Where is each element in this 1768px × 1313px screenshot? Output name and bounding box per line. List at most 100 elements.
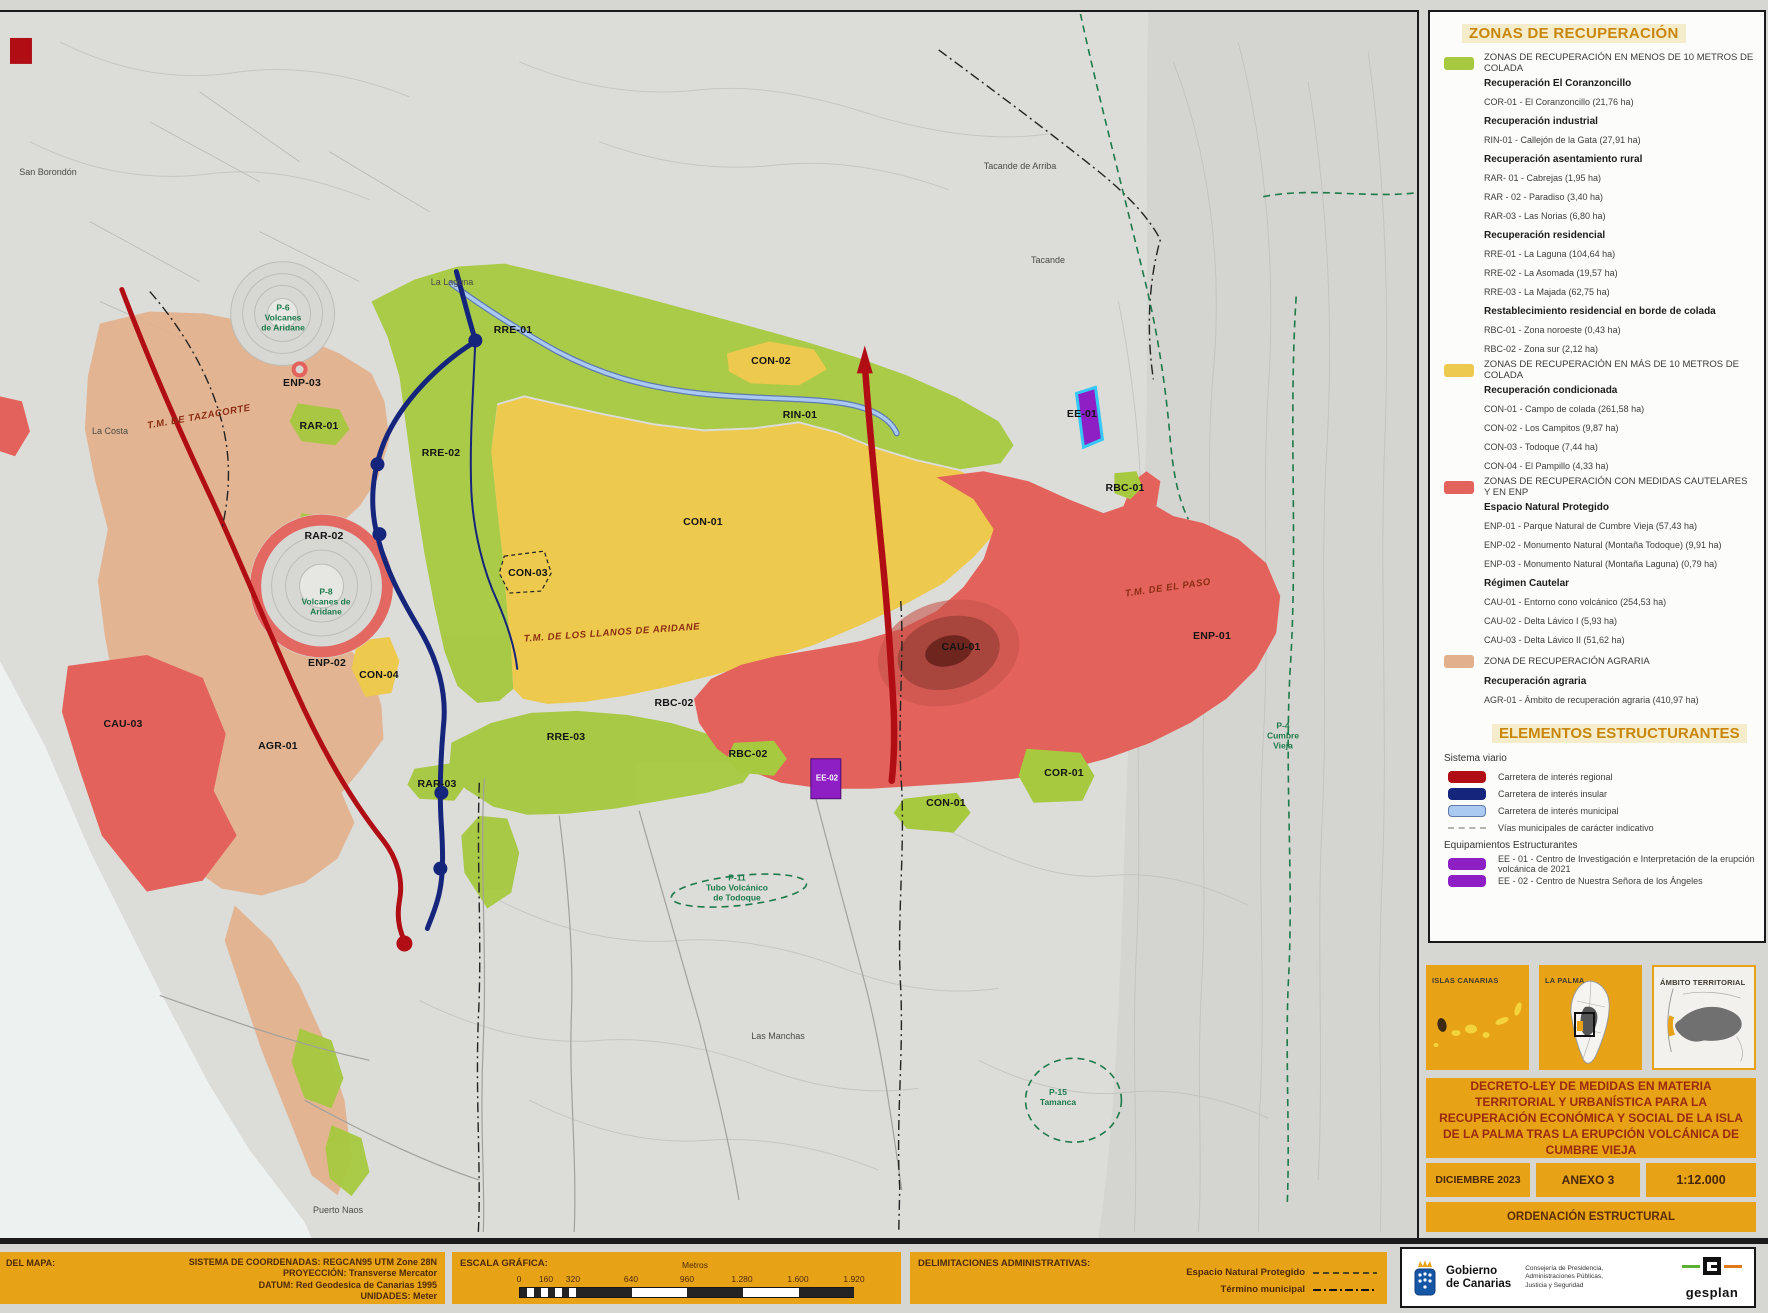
legend-row-label: Carretera de interés municipal	[1498, 806, 1619, 816]
footer-delimitations: DELIMITACIONES ADMINISTRATIVAS: Espacio …	[910, 1252, 1387, 1304]
sheet-annex: ANEXO 3	[1536, 1163, 1640, 1197]
legend-item: RBC-01 - Zona noroeste (0,43 ha)	[1444, 321, 1756, 340]
footer-logos: Gobierno de Canarias Consejería de Presi…	[1400, 1247, 1756, 1308]
legend-item: RAR- 01 - Cabrejas (1,95 ha)	[1444, 169, 1756, 188]
scale-tick: 0	[517, 1274, 522, 1284]
legend-row: Carretera de interés municipal	[1444, 802, 1756, 819]
legend-row-label: EE - 02 - Centro de Nuestra Señora de lo…	[1498, 876, 1703, 886]
map-info-label: DEL MAPA:	[6, 1258, 55, 1268]
equip-list: EE - 01 - Centro de Investigación e Inte…	[1444, 855, 1756, 889]
legend-group-title: Recuperación agraria	[1444, 672, 1756, 691]
legend-row-label: Vías municipales de carácter indicativo	[1498, 823, 1654, 833]
gesplan-word: gesplan	[1680, 1285, 1744, 1300]
legend-item: RRE-02 - La Asomada (19,57 ha)	[1444, 264, 1756, 283]
road-end-node	[396, 935, 412, 951]
ambito-territorial-map	[1654, 979, 1754, 1069]
legend-item: ENP-02 - Monumento Natural (Montaña Todo…	[1444, 536, 1756, 555]
locator-la-palma: LA PALMA	[1539, 965, 1642, 1070]
legend-row: EE - 02 - Centro de Nuestra Señora de lo…	[1444, 872, 1756, 889]
locator-islas-canarias: ISLAS CANARIAS	[1426, 965, 1529, 1070]
legend-row: Vías municipales de carácter indicativo	[1444, 819, 1756, 836]
legend-sections: ZONAS DE RECUPERACIÓN EN MENOS DE 10 MET…	[1444, 52, 1756, 710]
red-marker	[10, 38, 32, 64]
legend-section-heading: ZONA DE RECUPERACIÓN AGRARIA	[1444, 650, 1756, 672]
coordinate-line: UNIDADES: Meter	[189, 1291, 437, 1302]
gobierno-canarias-name: Gobierno de Canarias	[1446, 1265, 1511, 1289]
legend-section-heading: ZONAS DE RECUPERACIÓN EN MENOS DE 10 MET…	[1444, 52, 1756, 74]
legend-group-title: Restablecimiento residencial en borde de…	[1444, 302, 1756, 321]
la-palma-map	[1539, 977, 1642, 1067]
legend-item: RRE-01 - La Laguna (104,64 ha)	[1444, 245, 1756, 264]
legend-item: ENP-01 - Parque Natural de Cumbre Vieja …	[1444, 517, 1756, 536]
zone-enp-03-center	[296, 365, 304, 373]
road-swatch	[1448, 827, 1486, 829]
bottom-divider	[0, 1238, 1768, 1244]
legend-item: RIN-01 - Callejón de la Gata (27,91 ha)	[1444, 131, 1756, 150]
sheet-title: DECRETO-LEY DE MEDIDAS EN MATERIA TERRIT…	[1426, 1078, 1756, 1158]
legend-section-label: ZONAS DE RECUPERACIÓN EN MÁS DE 10 METRO…	[1484, 359, 1756, 381]
delimitations-label: DELIMITACIONES ADMINISTRATIVAS:	[918, 1258, 1090, 1269]
equip-heading: Equipamientos Estructurantes	[1444, 836, 1756, 855]
legend-item: RAR - 02 - Paradiso (3,40 ha)	[1444, 188, 1756, 207]
legend-group-title: Recuperación residencial	[1444, 226, 1756, 245]
coordinate-line: PROYECCIÓN: Transverse Mercator	[189, 1268, 437, 1279]
locator-ambito-territorial: ÁMBITO TERRITORIAL	[1652, 965, 1756, 1070]
gesplan-logo-icon	[1680, 1256, 1744, 1280]
scale-units: Metros	[682, 1260, 708, 1270]
coordinate-system-info: SISTEMA DE COORDENADAS: REGCAN95 UTM Zon…	[189, 1257, 437, 1302]
delimitation-row: Espacio Natural Protegido	[1186, 1264, 1377, 1281]
gesplan-logo: gesplan	[1680, 1256, 1744, 1300]
sheet-subtitle: ORDENACIÓN ESTRUCTURAL	[1426, 1202, 1756, 1232]
legend-item: ENP-03 - Monumento Natural (Montaña Lagu…	[1444, 555, 1756, 574]
scale-tick: 160	[539, 1274, 553, 1284]
gobierno-canarias-logo-icon	[1412, 1258, 1438, 1298]
legend-row-label: EE - 01 - Centro de Investigación e Inte…	[1498, 854, 1756, 874]
legend-panel: ZONAS DE RECUPERACIÓN ZONAS DE RECUPERAC…	[1428, 10, 1766, 943]
scale-bar	[519, 1287, 854, 1298]
legend-group-title: Recuperación condicionada	[1444, 381, 1756, 400]
footer-map-info: DEL MAPA: SISTEMA DE COORDENADAS: REGCAN…	[0, 1252, 445, 1304]
viario-heading: Sistema viario	[1444, 749, 1756, 768]
legend-title: ZONAS DE RECUPERACIÓN	[1462, 24, 1686, 43]
legend-item: CON-02 - Los Campitos (9,87 ha)	[1444, 419, 1756, 438]
scale-tick: 1.920	[843, 1274, 864, 1284]
viario-list: Carretera de interés regional Carretera d…	[1444, 768, 1756, 836]
legend-group-title: Régimen Cautelar	[1444, 574, 1756, 593]
sheet-date: DICIEMBRE 2023	[1426, 1163, 1530, 1197]
zone-ee-02	[811, 759, 841, 799]
scale-tick: 1.600	[787, 1274, 808, 1284]
legend-item: CAU-03 - Delta Lávico II (51,62 ha)	[1444, 631, 1756, 650]
legend-section-label: ZONA DE RECUPERACIÓN AGRARIA	[1484, 656, 1650, 667]
legend-section-label: ZONAS DE RECUPERACIÓN EN MENOS DE 10 MET…	[1484, 52, 1756, 74]
sheet-scale: 1:12.000	[1646, 1163, 1756, 1197]
legend-item: COR-01 - El Coranzoncillo (21,76 ha)	[1444, 93, 1756, 112]
legend-section-heading: ZONAS DE RECUPERACIÓN EN MÁS DE 10 METRO…	[1444, 359, 1756, 381]
scale-tick: 640	[624, 1274, 638, 1284]
legend-item: CON-04 - El Pampillo (4,33 ha)	[1444, 457, 1756, 476]
consejeria-text: Consejería de Presidencia, Administracio…	[1525, 1265, 1603, 1289]
legend-row: Carretera de interés regional	[1444, 768, 1756, 785]
delimitation-row: Término municipal	[1186, 1281, 1377, 1298]
legend-group-title: Recuperación El Coranzoncillo	[1444, 74, 1756, 93]
legend-item: RRE-03 - La Majada (62,75 ha)	[1444, 283, 1756, 302]
scale-tick: 960	[680, 1274, 694, 1284]
legend-color-swatch	[1444, 655, 1474, 668]
equipment-swatch	[1448, 875, 1486, 887]
road-swatch	[1448, 805, 1486, 817]
map-area[interactable]	[0, 10, 1419, 1238]
terrain-map	[0, 12, 1417, 1238]
legend-row-label: Carretera de interés insular	[1498, 789, 1607, 799]
legend-item: CAU-01 - Entorno cono volcánico (254,53 …	[1444, 593, 1756, 612]
delimitation-label: Término municipal	[1221, 1284, 1305, 1295]
legend-group-title: Recuperación industrial	[1444, 112, 1756, 131]
legend-item: CAU-02 - Delta Lávico I (5,93 ha)	[1444, 612, 1756, 631]
legend-item: CON-03 - Todoque (7,44 ha)	[1444, 438, 1756, 457]
legend-row: Carretera de interés insular	[1444, 785, 1756, 802]
delimitation-line-sample	[1313, 1289, 1377, 1291]
scale-tick: 320	[566, 1274, 580, 1284]
road-swatch	[1448, 788, 1486, 800]
road-swatch	[1448, 771, 1486, 783]
legend-item: RAR-03 - Las Norias (6,80 ha)	[1444, 207, 1756, 226]
coordinate-line: DATUM: Red Geodesica de Canarias 1995	[189, 1280, 437, 1291]
map-sheet: RRE-01CON-02RIN-01ENP-03RAR-01RRE-02EE-0…	[0, 0, 1768, 1313]
